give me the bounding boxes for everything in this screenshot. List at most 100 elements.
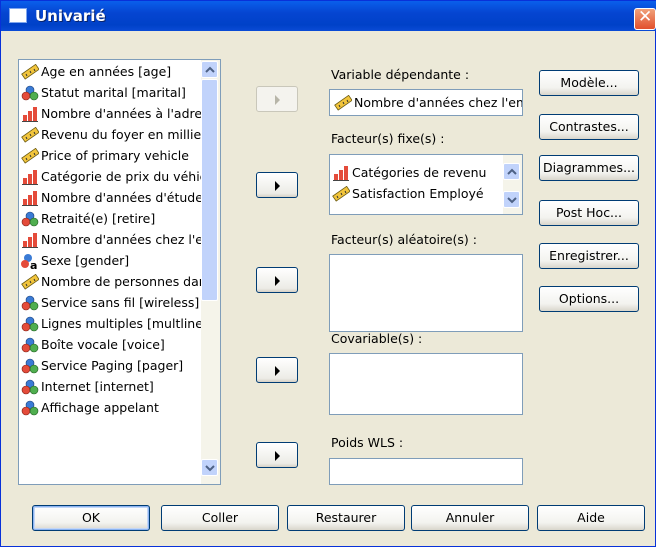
title-bar: Univarié ✕ [1,1,656,31]
window-icon [9,8,27,23]
save-button[interactable]: Enregistrer... [539,243,639,269]
wls-weight-label: Poids WLS : [331,435,404,450]
svg-text:a: a [30,259,37,269]
plots-button[interactable]: Diagrammes... [539,155,639,181]
nominal-circles-icon [21,358,39,374]
nominal-circles-icon [21,316,39,332]
chevron-up-icon [205,66,215,73]
ordinal-bars-icon [21,232,38,248]
ordinal-bars-icon [332,165,349,181]
right-arrow-icon [275,276,280,286]
list-item-label: Statut marital [marital] [41,85,186,100]
list-item-label: Nombre de personnes dans le foyer [41,274,201,289]
nominal-circles-icon [21,295,39,311]
chevron-up-icon [507,168,517,175]
list-item[interactable]: Nombre de personnes dans le foyer [19,271,201,292]
list-item[interactable]: Service Paging [pager] [19,355,201,376]
list-item[interactable]: Satisfaction Employé [330,183,502,204]
reset-button[interactable]: Restaurer [287,505,405,531]
list-item-label: Lignes multiples [multline] [41,316,201,331]
scale-ruler-icon [21,273,40,290]
nominal-circles-icon [21,85,39,101]
list-item[interactable]: Catégorie de prix du véhicule [19,166,201,187]
chevron-down-icon [205,465,215,472]
random-factors-list[interactable] [329,254,523,332]
nominal-circles-icon [21,337,39,353]
wls-weight-field[interactable] [329,458,523,485]
fixed-factors-label: Facteur(s) fixe(s) : [331,131,445,146]
list-item-label: Service sans fil [wireless] [41,295,200,310]
list-item-label: Catégorie de prix du véhicule [41,169,201,184]
list-item-label: Retraité(e) [retire] [41,211,156,226]
close-icon: ✕ [638,7,653,27]
list-item[interactable]: Lignes multiples [multline] [19,313,201,334]
list-item[interactable]: Nombre d'années à l'adresse actuelle [19,103,201,124]
close-button[interactable]: ✕ [634,7,656,30]
list-item[interactable]: Price of primary vehicle [19,145,201,166]
cancel-button[interactable]: Annuler [411,505,529,531]
list-item-label: Boîte vocale [voice] [41,337,165,352]
chevron-down-icon [507,197,517,204]
move-to-covariates-button[interactable] [256,357,298,383]
list-item-label: Service Paging [pager] [41,358,184,373]
list-item[interactable]: Nombre d'années d'études [19,187,201,208]
list-item-label: Nombre d'années chez l'employeur [41,232,201,247]
list-item[interactable]: Catégories de revenu [330,162,502,183]
fixed-scroll-up-button[interactable] [503,163,520,180]
ordinal-bars-icon [21,106,38,122]
window-title: Univarié [35,7,106,25]
scale-ruler-icon [21,147,40,164]
nominal-circles-icon [21,400,39,416]
right-arrow-icon [275,451,280,461]
ok-button[interactable]: OK [32,505,150,531]
list-item[interactable]: Nombre d'années chez l'employeur [19,229,201,250]
list-item-label: Revenu du foyer en milliers [41,127,201,142]
list-item[interactable]: Boîte vocale [voice] [19,334,201,355]
list-item[interactable]: Age en années [age] [19,61,201,82]
dependent-variable-label: Variable dépendante : [331,67,470,82]
list-item[interactable]: Retraité(e) [retire] [19,208,201,229]
move-to-random-button[interactable] [256,267,298,293]
univariate-dialog: Univarié ✕ Affichage appelant Internet [i… [0,0,656,547]
move-to-fixed-button[interactable] [256,172,298,198]
right-arrow-icon [275,181,280,191]
scroll-thumb[interactable] [201,79,218,301]
fixed-factors-list[interactable]: Satisfaction Employé Catégories de revenu [329,154,523,215]
post-hoc-button[interactable]: Post Hoc... [539,200,639,226]
fixed-factors-scrollbar[interactable] [503,155,522,214]
list-item[interactable]: Internet [internet] [19,376,201,397]
paste-button[interactable]: Coller [161,505,279,531]
list-item-label: Age en années [age] [41,64,172,79]
move-to-dependent-button[interactable] [256,86,298,112]
variable-list-scrollbar[interactable] [201,60,220,484]
scale-ruler-icon [334,94,353,111]
fixed-scroll-down-button[interactable] [503,191,520,208]
contrasts-button[interactable]: Contrastes... [539,114,639,140]
random-factors-label: Facteur(s) aléatoire(s) : [331,232,477,247]
list-item-label: Internet [internet] [41,379,154,394]
nominal-circles-icon [21,379,39,395]
options-button[interactable]: Options... [539,286,639,312]
right-arrow-icon [275,366,280,376]
variable-source-list[interactable]: Affichage appelant Internet [internet] Ser… [18,59,221,485]
scroll-down-button[interactable] [201,459,218,476]
dependent-variable-value: Nombre d'années chez l'employeur [354,95,522,110]
model-button[interactable]: Modèle... [539,70,639,96]
list-item-label: Nombre d'années d'études [41,190,201,205]
help-button[interactable]: Aide [537,505,645,531]
list-item-label: Affichage appelant [41,400,159,415]
ordinal-bars-icon [21,190,38,206]
list-item[interactable]: a Sexe [gender] [19,250,201,271]
list-item[interactable]: Affichage appelant [19,397,201,418]
covariates-list[interactable] [329,353,523,415]
nominal-circles-icon [21,211,39,227]
list-item[interactable]: Service sans fil [wireless] [19,292,201,313]
move-to-wls-button[interactable] [256,442,298,468]
dependent-variable-field[interactable]: Nombre d'années chez l'employeur [329,89,523,116]
ordinal-bars-icon [21,169,38,185]
scroll-up-button[interactable] [201,61,218,78]
list-item[interactable]: Statut marital [marital] [19,82,201,103]
list-item-label: Catégories de revenu [352,165,487,180]
right-arrow-icon [275,95,280,105]
list-item[interactable]: Revenu du foyer en milliers [19,124,201,145]
